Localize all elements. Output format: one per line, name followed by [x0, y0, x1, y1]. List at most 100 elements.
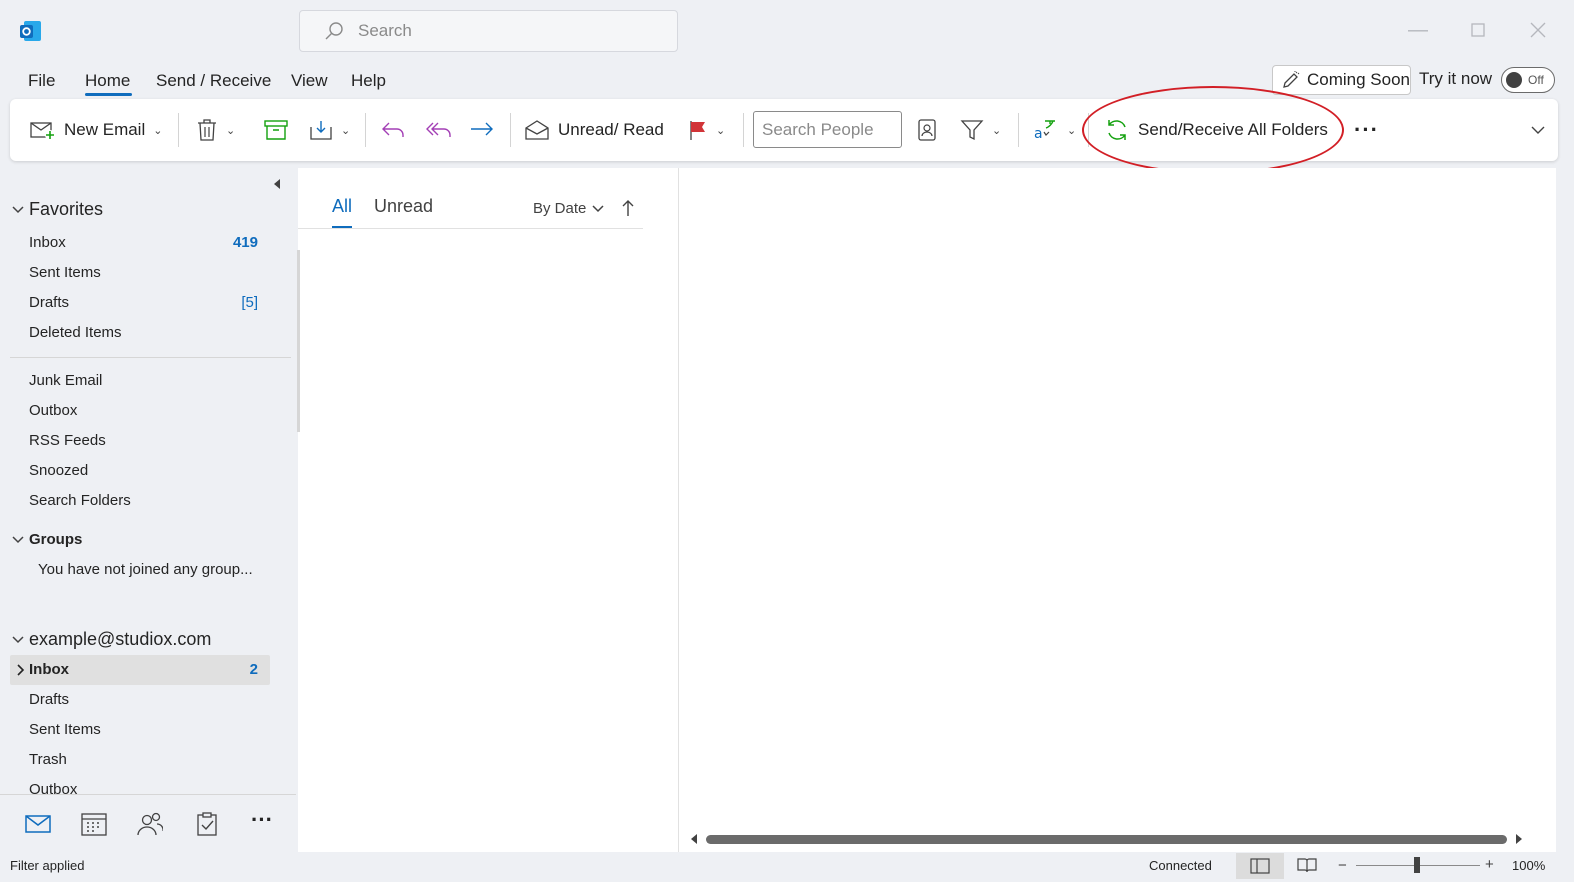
collapse-pane-icon[interactable] — [272, 178, 282, 190]
favorites-header[interactable]: Favorites — [12, 199, 103, 220]
folder-outbox[interactable]: Outbox — [29, 402, 77, 419]
folder-pane: Favorites Inbox 419 Sent Items Drafts [5… — [0, 168, 296, 794]
list-header-divider — [298, 228, 643, 229]
menu-view[interactable]: View — [291, 70, 328, 96]
translate-button[interactable]: a ⌄ — [1033, 99, 1076, 161]
filter-icon — [960, 118, 984, 142]
delete-button[interactable]: ⌄ — [196, 99, 235, 161]
menu-help[interactable]: Help — [351, 70, 386, 96]
search-placeholder: Search — [358, 21, 412, 40]
chevron-down-icon — [12, 535, 24, 543]
people-icon[interactable] — [137, 811, 163, 837]
global-search-box[interactable]: Search — [299, 10, 678, 52]
normal-view-icon — [1250, 858, 1270, 874]
normal-view-button[interactable] — [1236, 853, 1284, 879]
move-button[interactable]: ⌄ — [309, 99, 350, 161]
favorite-sent-items[interactable]: Sent Items — [29, 264, 101, 281]
flag-button[interactable]: ⌄ — [688, 99, 725, 161]
sort-by-button[interactable]: By Date — [533, 200, 604, 217]
sync-icon — [1104, 117, 1130, 143]
search-people-input[interactable]: Search People — [753, 111, 902, 148]
ribbon-divider — [365, 113, 366, 147]
filter-email-button[interactable]: ⌄ — [960, 99, 1001, 161]
scroll-right-icon[interactable] — [1514, 833, 1524, 845]
reply-button[interactable] — [380, 99, 406, 161]
chevron-down-icon — [12, 635, 24, 643]
account-sent-items[interactable]: Sent Items — [29, 721, 101, 738]
filter-status: Filter applied — [10, 858, 85, 873]
try-it-now-label: Try it now — [1419, 69, 1493, 88]
unread-read-label: Unread/ Read — [558, 120, 664, 139]
tasks-icon[interactable] — [194, 811, 220, 837]
folder-search-folders[interactable]: Search Folders — [29, 492, 131, 509]
ribbon-divider — [510, 113, 511, 147]
tab-unread[interactable]: Unread — [374, 196, 433, 217]
zoom-slider-thumb[interactable] — [1414, 857, 1420, 873]
account-header[interactable]: example@studiox.com — [12, 629, 211, 650]
chevron-down-icon — [12, 205, 24, 213]
chevron-down-icon — [592, 204, 604, 212]
coming-soon-button[interactable]: Coming Soon — [1272, 65, 1411, 95]
chevron-down-icon[interactable]: ⌄ — [226, 124, 235, 137]
ribbon-divider — [743, 113, 744, 147]
envelope-open-icon — [524, 119, 550, 141]
folder-rss-feeds[interactable]: RSS Feeds — [29, 432, 106, 449]
mail-icon[interactable] — [25, 811, 51, 837]
folder-junk-email[interactable]: Junk Email — [29, 372, 102, 389]
send-receive-all-folders-button[interactable]: Send/Receive All Folders — [1104, 99, 1328, 161]
toggle-knob — [1506, 72, 1522, 88]
chevron-down-icon[interactable]: ⌄ — [341, 124, 350, 137]
connection-status: Connected — [1149, 858, 1212, 873]
ribbon-divider — [1018, 113, 1019, 147]
archive-icon — [264, 119, 288, 141]
new-email-label: New Email — [64, 120, 146, 139]
chevron-right-icon[interactable] — [17, 664, 25, 676]
sort-direction-arrow-icon[interactable] — [622, 199, 634, 217]
calendar-icon[interactable] — [81, 811, 107, 837]
close-icon[interactable] — [1526, 18, 1550, 42]
more-apps-icon[interactable]: ··· — [251, 809, 277, 837]
outlook-logo-icon — [20, 20, 42, 42]
groups-empty-message: You have not joined any group... — [38, 561, 253, 578]
favorite-drafts[interactable]: Drafts — [29, 294, 69, 311]
menu-send-receive[interactable]: Send / Receive — [156, 70, 271, 96]
module-switcher: ··· — [0, 794, 296, 850]
new-email-button[interactable]: New Email ⌄ — [30, 99, 162, 161]
horizontal-scrollbar-thumb[interactable] — [706, 835, 1507, 844]
unread-read-button[interactable]: Unread/ Read — [524, 99, 664, 161]
new-outlook-toggle[interactable]: Off — [1501, 67, 1555, 93]
expand-ribbon-icon[interactable] — [1531, 99, 1545, 161]
svg-text:a: a — [1034, 126, 1043, 142]
menu-file[interactable]: File — [28, 70, 55, 96]
send-receive-label: Send/Receive All Folders — [1138, 120, 1328, 139]
title-bar — [0, 0, 1574, 62]
new-email-icon — [30, 119, 56, 141]
folder-snoozed[interactable]: Snoozed — [29, 462, 88, 479]
forward-button[interactable] — [469, 99, 495, 161]
reply-all-button[interactable] — [424, 99, 452, 161]
groups-header[interactable]: Groups — [12, 531, 82, 548]
address-book-button[interactable] — [917, 99, 937, 161]
reading-view-icon[interactable] — [1297, 856, 1317, 874]
zoom-out-icon[interactable]: − — [1338, 857, 1347, 874]
unread-count-badge: 419 — [232, 234, 258, 251]
favorite-deleted-items[interactable]: Deleted Items — [29, 324, 122, 341]
account-drafts[interactable]: Drafts — [29, 691, 69, 708]
tab-all[interactable]: All — [332, 196, 352, 217]
chevron-down-icon[interactable]: ⌄ — [716, 124, 725, 137]
address-book-icon — [917, 118, 937, 142]
zoom-in-icon[interactable]: + — [1485, 856, 1494, 873]
scroll-left-icon[interactable] — [689, 833, 699, 845]
account-inbox[interactable]: Inbox — [29, 661, 69, 678]
archive-button[interactable] — [264, 99, 288, 161]
more-commands-button[interactable]: ··· — [1354, 99, 1379, 161]
maximize-icon[interactable] — [1466, 18, 1490, 42]
chevron-down-icon[interactable]: ⌄ — [992, 124, 1001, 137]
account-outbox[interactable]: Outbox — [29, 781, 77, 794]
minimize-icon[interactable]: — — [1406, 18, 1430, 42]
list-scrollbar[interactable] — [297, 250, 300, 432]
chevron-down-icon[interactable]: ⌄ — [153, 124, 162, 137]
favorite-inbox[interactable]: Inbox — [29, 234, 66, 251]
chevron-down-icon[interactable]: ⌄ — [1067, 124, 1076, 137]
account-trash[interactable]: Trash — [29, 751, 67, 768]
